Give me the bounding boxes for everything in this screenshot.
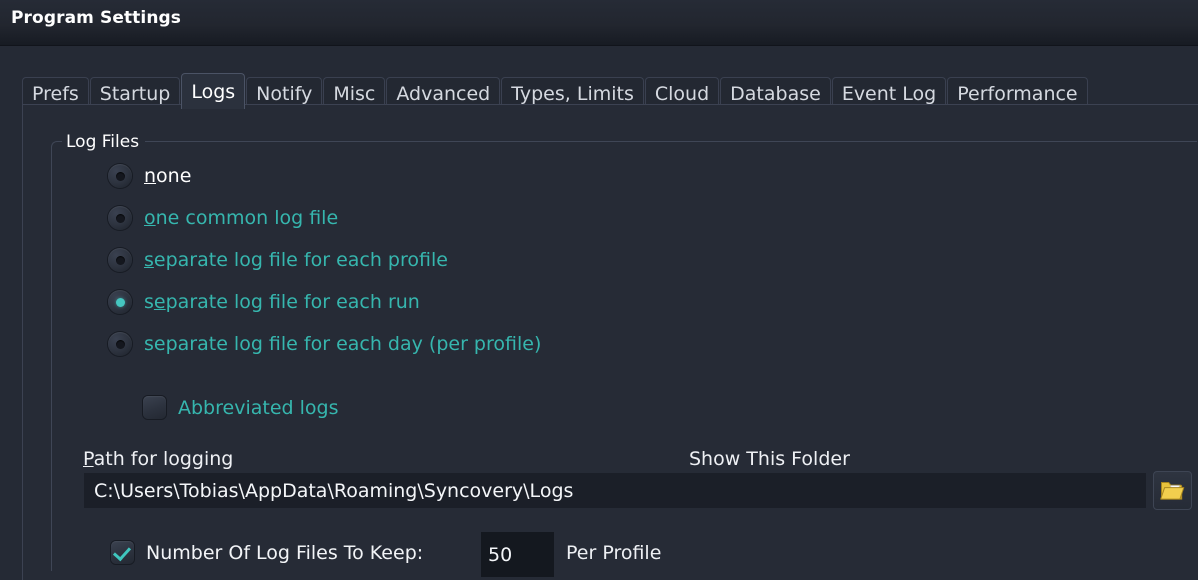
radio-per-run-icon[interactable]	[108, 290, 132, 314]
keep-log-files-label: Number Of Log Files To Keep:	[146, 542, 423, 564]
tab-label: Notify	[256, 83, 312, 105]
program-settings-window: Program Settings Prefs Startup Logs Noti…	[0, 0, 1198, 580]
radio-one-common-icon[interactable]	[108, 206, 132, 230]
radio-label-per-profile: separate log file for each profile	[144, 249, 448, 271]
show-this-folder-button[interactable]	[1153, 471, 1192, 510]
radio-per-day-icon[interactable]	[108, 332, 132, 356]
title-bar: Program Settings	[0, 0, 1198, 46]
show-this-folder-label: Show This Folder	[689, 448, 850, 470]
window-title: Program Settings	[11, 8, 181, 28]
tab-label: Types, Limits	[511, 83, 634, 105]
radio-row-separate-per-profile[interactable]: separate log file for each profile	[108, 248, 448, 272]
radio-label-per-run: separate log file for each run	[144, 291, 420, 313]
radio-row-one-common-log-file[interactable]: one common log file	[108, 206, 338, 230]
radio-label-per-day: separate log file for each day (per prof…	[144, 333, 541, 355]
radio-row-none[interactable]: none	[108, 164, 191, 188]
logs-tab-page: Log Files none one common log file separ…	[22, 104, 1198, 580]
per-profile-label: Per Profile	[566, 542, 661, 564]
path-for-logging-label: Path for logging	[83, 448, 233, 470]
radio-dot	[116, 256, 125, 265]
tab-label: Startup	[100, 83, 171, 105]
tab-label: Event Log	[842, 83, 936, 105]
tab-label: Performance	[957, 83, 1077, 105]
abbreviated-logs-checkbox[interactable]	[143, 396, 166, 419]
tab-label: Cloud	[655, 83, 709, 105]
radio-dot	[116, 340, 125, 349]
radio-row-separate-per-day[interactable]: separate log file for each day (per prof…	[108, 332, 541, 356]
groupbox-title: Log Files	[62, 132, 145, 152]
abbreviated-logs-label: Abbreviated logs	[178, 397, 338, 419]
tab-label: Advanced	[396, 83, 490, 105]
radio-label-none: none	[144, 165, 191, 187]
tab-label: Prefs	[32, 83, 79, 105]
path-for-logging-input[interactable]: C:\Users\Tobias\AppData\Roaming\Syncover…	[84, 473, 1146, 508]
keep-log-files-row[interactable]: Number Of Log Files To Keep:	[111, 541, 423, 564]
tab-label: Misc	[333, 83, 375, 105]
radio-row-separate-per-run[interactable]: separate log file for each run	[108, 290, 420, 314]
tab-label: Logs	[191, 81, 235, 103]
abbreviated-logs-row[interactable]: Abbreviated logs	[143, 396, 338, 419]
radio-per-profile-icon[interactable]	[108, 248, 132, 272]
tab-label: Database	[730, 83, 821, 105]
tab-logs[interactable]: Logs	[181, 73, 245, 109]
radio-dot	[116, 298, 125, 307]
radio-none-icon[interactable]	[108, 164, 132, 188]
tab-list: Prefs Startup Logs Notify Misc Advanced …	[22, 68, 1089, 109]
keep-log-files-checkbox[interactable]	[111, 541, 134, 564]
log-files-groupbox: Log Files none one common log file separ…	[51, 132, 1197, 572]
log-files-to-keep-input[interactable]: 50	[481, 532, 554, 577]
open-folder-icon	[1160, 480, 1185, 502]
radio-label-one-common: one common log file	[144, 207, 338, 229]
tab-strip: Prefs Startup Logs Notify Misc Advanced …	[0, 47, 1198, 109]
radio-dot	[116, 172, 125, 181]
radio-dot	[116, 214, 125, 223]
